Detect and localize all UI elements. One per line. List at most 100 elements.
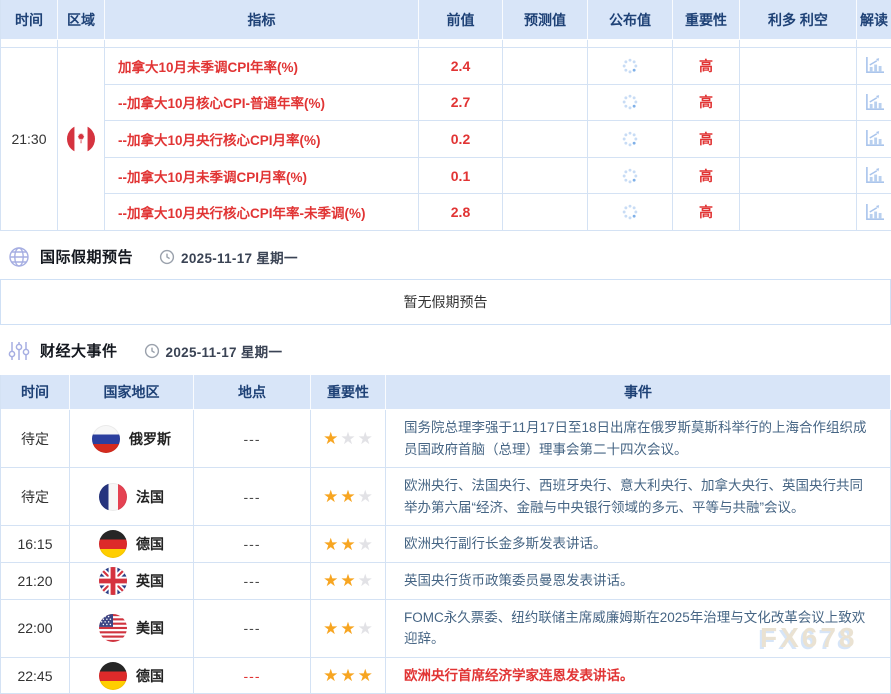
- event-importance: ★★★: [311, 410, 386, 468]
- econ-col-header-5: 公布值: [588, 0, 673, 40]
- indicator-link[interactable]: --加拿大10月核心CPI-普通年率(%): [105, 85, 419, 122]
- star-rating: ★★★: [323, 488, 373, 505]
- econ-partial-row-cell: [740, 40, 857, 48]
- economic-calendar-table: 时间区域指标前值预测值公布值重要性利多 利空解读21:30加拿大10月未季调CP…: [0, 0, 891, 231]
- spinner-icon: [621, 167, 639, 185]
- econ-col-header-0: 时间: [1, 0, 58, 40]
- event-description: 英国央行货币政策委员曼恩发表讲话。: [386, 563, 891, 600]
- interpret-cell: [857, 158, 891, 195]
- bull-bear-value: [740, 121, 857, 158]
- star-rating: ★★★: [323, 430, 373, 447]
- indicator-link[interactable]: --加拿大10月央行核心CPI年率-未季调(%): [105, 194, 419, 231]
- star-empty-icon: ★: [358, 620, 373, 637]
- star-filled-icon: ★: [340, 488, 355, 505]
- forecast-value: [503, 158, 588, 195]
- importance-badge: 高: [673, 48, 740, 85]
- importance-badge: 高: [673, 194, 740, 231]
- flag-icon-de: [99, 662, 127, 690]
- flag-icon-gb: [99, 567, 127, 595]
- flag-icon-us: [99, 614, 127, 642]
- event-location: ---: [194, 658, 311, 694]
- star-rating: ★★★: [323, 620, 373, 637]
- indicator-link[interactable]: 加拿大10月未季调CPI年率(%): [105, 48, 419, 85]
- event-time: 16:15: [1, 526, 70, 563]
- clock-icon: [144, 343, 160, 359]
- bull-bear-value: [740, 158, 857, 195]
- chart-icon[interactable]: [864, 129, 885, 148]
- events-section-header: 财经大事件 2025-11-17 星期一: [8, 339, 891, 363]
- econ-partial-row-cell: [1, 40, 58, 48]
- econ-partial-row-cell: [58, 40, 105, 48]
- published-value: [588, 85, 673, 122]
- events-col-header-1: 国家地区: [70, 375, 194, 410]
- spinner-icon: [621, 93, 639, 111]
- published-value: [588, 194, 673, 231]
- event-description[interactable]: 欧洲央行首席经济学家连恩发表讲话。: [386, 658, 891, 694]
- clock-icon: [159, 249, 175, 265]
- econ-col-header-8: 解读: [857, 0, 891, 40]
- spinner-icon: [621, 130, 639, 148]
- star-filled-icon: ★: [323, 620, 338, 637]
- event-location: ---: [194, 600, 311, 658]
- indicator-link[interactable]: --加拿大10月未季调CPI月率(%): [105, 158, 419, 195]
- event-importance: ★★★: [311, 526, 386, 563]
- indicator-link[interactable]: --加拿大10月央行核心CPI月率(%): [105, 121, 419, 158]
- holiday-empty-box: 暂无假期预告: [0, 279, 891, 325]
- event-importance: ★★★: [311, 600, 386, 658]
- econ-col-header-2: 指标: [105, 0, 419, 40]
- spinner-icon: [621, 57, 639, 75]
- sliders-icon: [8, 340, 30, 362]
- previous-value: 0.2: [419, 121, 503, 158]
- econ-col-header-6: 重要性: [673, 0, 740, 40]
- events-table: 时间国家地区地点重要性事件待定俄罗斯---★★★国务院总理李强于11月17日至1…: [0, 375, 891, 694]
- events-col-header-2: 地点: [194, 375, 311, 410]
- event-importance: ★★★: [311, 658, 386, 694]
- event-location: ---: [194, 410, 311, 468]
- spinner-icon: [621, 203, 639, 221]
- star-empty-icon: ★: [358, 488, 373, 505]
- econ-partial-row-cell: [857, 40, 891, 48]
- event-country: 英国: [70, 563, 194, 600]
- chart-icon[interactable]: [864, 93, 885, 112]
- chart-icon[interactable]: [864, 56, 885, 75]
- econ-region-cell: [58, 48, 105, 231]
- events-col-header-0: 时间: [1, 375, 70, 410]
- event-time: 22:00: [1, 600, 70, 658]
- star-filled-icon: ★: [340, 572, 355, 589]
- star-filled-icon: ★: [323, 488, 338, 505]
- forecast-value: [503, 194, 588, 231]
- econ-time: 21:30: [11, 131, 46, 147]
- country-name: 德国: [136, 666, 164, 686]
- star-empty-icon: ★: [358, 430, 373, 447]
- country-name: 美国: [136, 618, 164, 638]
- interpret-cell: [857, 121, 891, 158]
- econ-partial-row-cell: [588, 40, 673, 48]
- econ-col-header-7: 利多 利空: [740, 0, 857, 40]
- event-description: 国务院总理李强于11月17日至18日出席在俄罗斯莫斯科举行的上海合作组织成员国政…: [386, 410, 891, 468]
- globe-icon: [8, 246, 30, 268]
- star-filled-icon: ★: [323, 536, 338, 553]
- econ-col-header-4: 预测值: [503, 0, 588, 40]
- flag-icon-de: [99, 530, 127, 558]
- event-location: ---: [194, 526, 311, 563]
- event-time: 待定: [1, 468, 70, 526]
- holiday-section-title: 国际假期预告: [40, 246, 133, 267]
- event-country: 法国: [70, 468, 194, 526]
- event-importance: ★★★: [311, 468, 386, 526]
- event-country: 俄罗斯: [70, 410, 194, 468]
- econ-partial-row-cell: [105, 40, 419, 48]
- event-location: ---: [194, 563, 311, 600]
- star-rating: ★★★: [323, 572, 373, 589]
- importance-badge: 高: [673, 85, 740, 122]
- events-date: 2025-11-17 星期一: [144, 341, 283, 361]
- bull-bear-value: [740, 48, 857, 85]
- chart-icon[interactable]: [864, 203, 885, 222]
- chart-icon[interactable]: [864, 166, 885, 185]
- published-value: [588, 48, 673, 85]
- interpret-cell: [857, 85, 891, 122]
- star-filled-icon: ★: [358, 667, 373, 684]
- events-section-title: 财经大事件: [40, 340, 118, 361]
- previous-value: 2.7: [419, 85, 503, 122]
- star-filled-icon: ★: [340, 667, 355, 684]
- forecast-value: [503, 85, 588, 122]
